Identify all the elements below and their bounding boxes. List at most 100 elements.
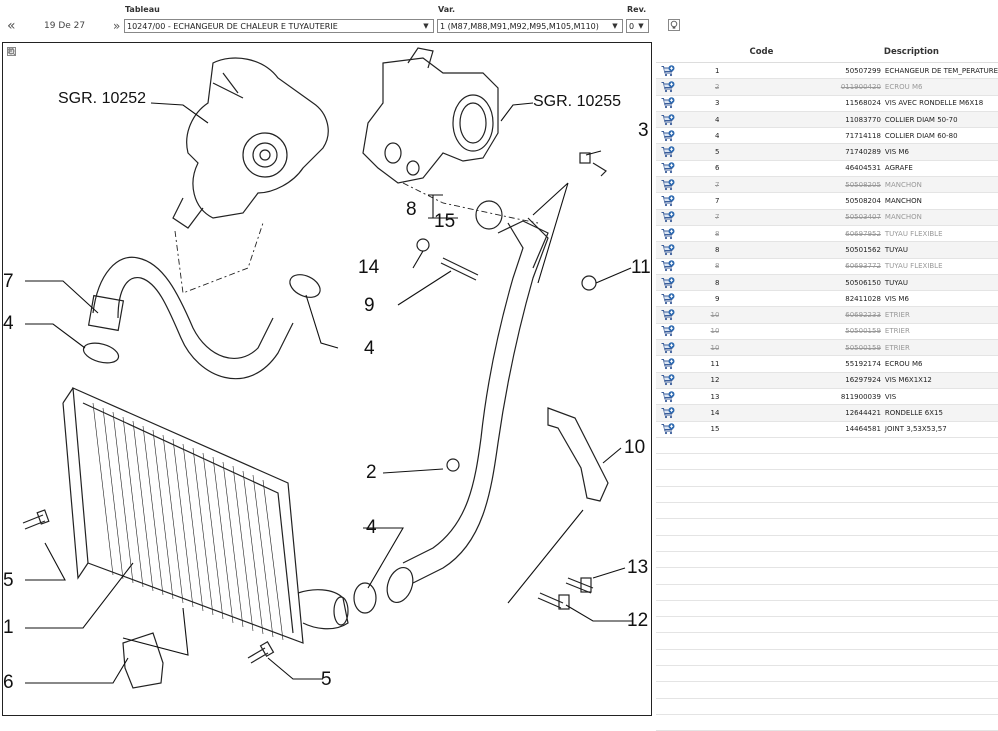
bracket-part-10 (547, 407, 609, 502)
add-to-cart-button[interactable] (656, 62, 680, 80)
add-to-cart-button[interactable] (656, 143, 680, 161)
part-row[interactable]: 7 50508204 MANCHON (656, 192, 998, 210)
part-description: JOINT 3,53X53,57 (880, 421, 998, 438)
part-row[interactable]: 7 50508205 MANCHON (656, 176, 998, 194)
part-ref: 12 (679, 372, 720, 389)
part-row[interactable]: 10 50500159 ETRIER (656, 323, 998, 341)
add-to-cart-button[interactable] (656, 225, 680, 243)
part-code: 71740289 (719, 143, 881, 161)
empty-row (656, 632, 998, 650)
empty-row (656, 453, 998, 471)
add-to-cart-button[interactable] (656, 95, 680, 112)
add-to-cart-button[interactable] (656, 78, 680, 96)
part-code: 50506150 (719, 274, 881, 292)
callout-2[interactable]: 2 (366, 462, 377, 483)
part-row[interactable]: 13 811900039 VIS (656, 388, 998, 406)
add-to-cart-button[interactable] (656, 258, 680, 275)
part-row[interactable]: 8 50506150 TUYAU (656, 274, 998, 292)
callout-4-top[interactable]: 4 (364, 338, 375, 359)
part-row[interactable]: 5 71740289 VIS M6 (656, 143, 998, 161)
part-row[interactable]: 7 50503407 MANCHON (656, 209, 998, 226)
add-to-cart-button[interactable] (656, 355, 680, 373)
part-row[interactable]: 6 46404531 AGRAFE (656, 160, 998, 178)
callout-15[interactable]: 15 (434, 211, 455, 232)
tableau-select[interactable]: 10247/00 - ECHANGEUR DE CHALEUR E TUYAUT… (124, 19, 434, 33)
add-to-cart-button[interactable] (656, 404, 680, 422)
part-row[interactable]: 4 11083770 COLLIER DIAM 50-70 (656, 111, 998, 129)
part-ref: 14 (679, 404, 720, 422)
part-row[interactable]: 11 55192174 ECROU M6 (656, 355, 998, 373)
empty-row (656, 502, 998, 520)
callout-9[interactable]: 9 (364, 295, 375, 316)
part-row[interactable]: 8 60697952 TUYAU FLEXIBLE (656, 225, 998, 243)
empty-row (656, 698, 998, 715)
callout-4-left[interactable]: 4 (3, 313, 14, 334)
part-row[interactable]: 1 50507299 ECHANGEUR DE TEM_PERATURE (656, 62, 998, 80)
callout-5-bottom[interactable]: 5 (321, 669, 332, 690)
nut-part-2 (446, 458, 460, 472)
add-to-cart-button[interactable] (656, 127, 680, 145)
part-code: 50508204 (719, 192, 881, 210)
add-to-cart-button[interactable] (656, 209, 680, 226)
callout-12[interactable]: 12 (627, 610, 648, 631)
part-row[interactable]: 4 71714118 COLLIER DIAM 60-80 (656, 127, 998, 145)
callout-13[interactable]: 13 (627, 557, 648, 578)
add-to-cart-button[interactable] (656, 274, 680, 292)
callout-11[interactable]: 11 (631, 257, 651, 278)
add-to-cart-icon (661, 309, 675, 321)
add-to-cart-button[interactable] (656, 192, 680, 210)
callout-6[interactable]: 6 (3, 672, 14, 693)
add-to-cart-icon (661, 227, 675, 239)
callout-1[interactable]: 1 (3, 617, 14, 638)
add-to-cart-button[interactable] (656, 421, 680, 438)
add-to-cart-button[interactable] (656, 339, 680, 357)
callout-4-bottom[interactable]: 4 (366, 517, 377, 538)
lightbulb-icon[interactable] (668, 19, 680, 31)
clamp-part-4-bottom (353, 582, 377, 614)
part-row[interactable]: 2 011900420 ECROU M6 (656, 78, 998, 96)
part-description: ETRIER (880, 306, 998, 324)
add-to-cart-icon (661, 292, 675, 304)
chevron-down-icon: ▼ (423, 22, 429, 30)
empty-row (656, 469, 998, 487)
var-select[interactable]: 1 (M87,M88,M91,M92,M95,M105,M110) ▼ (437, 19, 623, 33)
exploded-view-drawing[interactable]: SGR. 10252 SGR. 10255 7 4 5 1 6 3 8 15 1… (2, 42, 652, 716)
callout-14[interactable]: 14 (358, 257, 380, 278)
part-row[interactable]: 9 82411028 VIS M6 (656, 290, 998, 308)
part-ref: 10 (679, 339, 720, 357)
part-row[interactable]: 12 16297924 VIS M6X1X12 (656, 372, 998, 389)
intercooler-diagram: SGR. 10252 SGR. 10255 7 4 5 1 6 3 8 15 1… (3, 47, 651, 693)
part-code: 16297924 (719, 372, 881, 389)
part-row[interactable]: 10 60692233 ETRIER (656, 306, 998, 324)
add-to-cart-button[interactable] (656, 176, 680, 194)
next-table-button[interactable]: » (113, 19, 120, 33)
callout-3[interactable]: 3 (638, 120, 649, 141)
add-to-cart-button[interactable] (656, 241, 680, 259)
sgr-reference-right[interactable]: SGR. 10255 (533, 93, 621, 110)
part-description: VIS M6 (880, 290, 998, 308)
add-to-cart-icon (661, 276, 675, 288)
callout-10[interactable]: 10 (624, 437, 645, 458)
callout-5-left[interactable]: 5 (3, 570, 14, 591)
part-row[interactable]: 14 12644421 RONDELLE 6X15 (656, 404, 998, 422)
callout-8[interactable]: 8 (406, 199, 417, 220)
add-to-cart-button[interactable] (656, 111, 680, 129)
part-description: TUYAU FLEXIBLE (880, 258, 998, 275)
sgr-reference-left[interactable]: SGR. 10252 (58, 90, 146, 107)
part-row[interactable]: 8 50501562 TUYAU (656, 241, 998, 259)
part-row[interactable]: 15 14464581 JOINT 3,53X53,57 (656, 421, 998, 438)
part-row[interactable]: 3 11568024 VIS AVEC RONDELLE M6X18 (656, 95, 998, 112)
add-to-cart-button[interactable] (656, 290, 680, 308)
part-row[interactable]: 10 50500159 ETRIER (656, 339, 998, 357)
previous-table-button[interactable]: « (7, 18, 16, 34)
part-row[interactable]: 8 60693772 TUYAU FLEXIBLE (656, 258, 998, 275)
add-to-cart-button[interactable] (656, 388, 680, 406)
part-description: AGRAFE (880, 160, 998, 178)
part-code: 011900420 (719, 78, 881, 96)
callout-7[interactable]: 7 (3, 271, 14, 292)
add-to-cart-button[interactable] (656, 372, 680, 389)
rev-select[interactable]: 0 ▼ (626, 19, 649, 33)
add-to-cart-button[interactable] (656, 160, 680, 178)
add-to-cart-button[interactable] (656, 323, 680, 341)
add-to-cart-button[interactable] (656, 306, 680, 324)
